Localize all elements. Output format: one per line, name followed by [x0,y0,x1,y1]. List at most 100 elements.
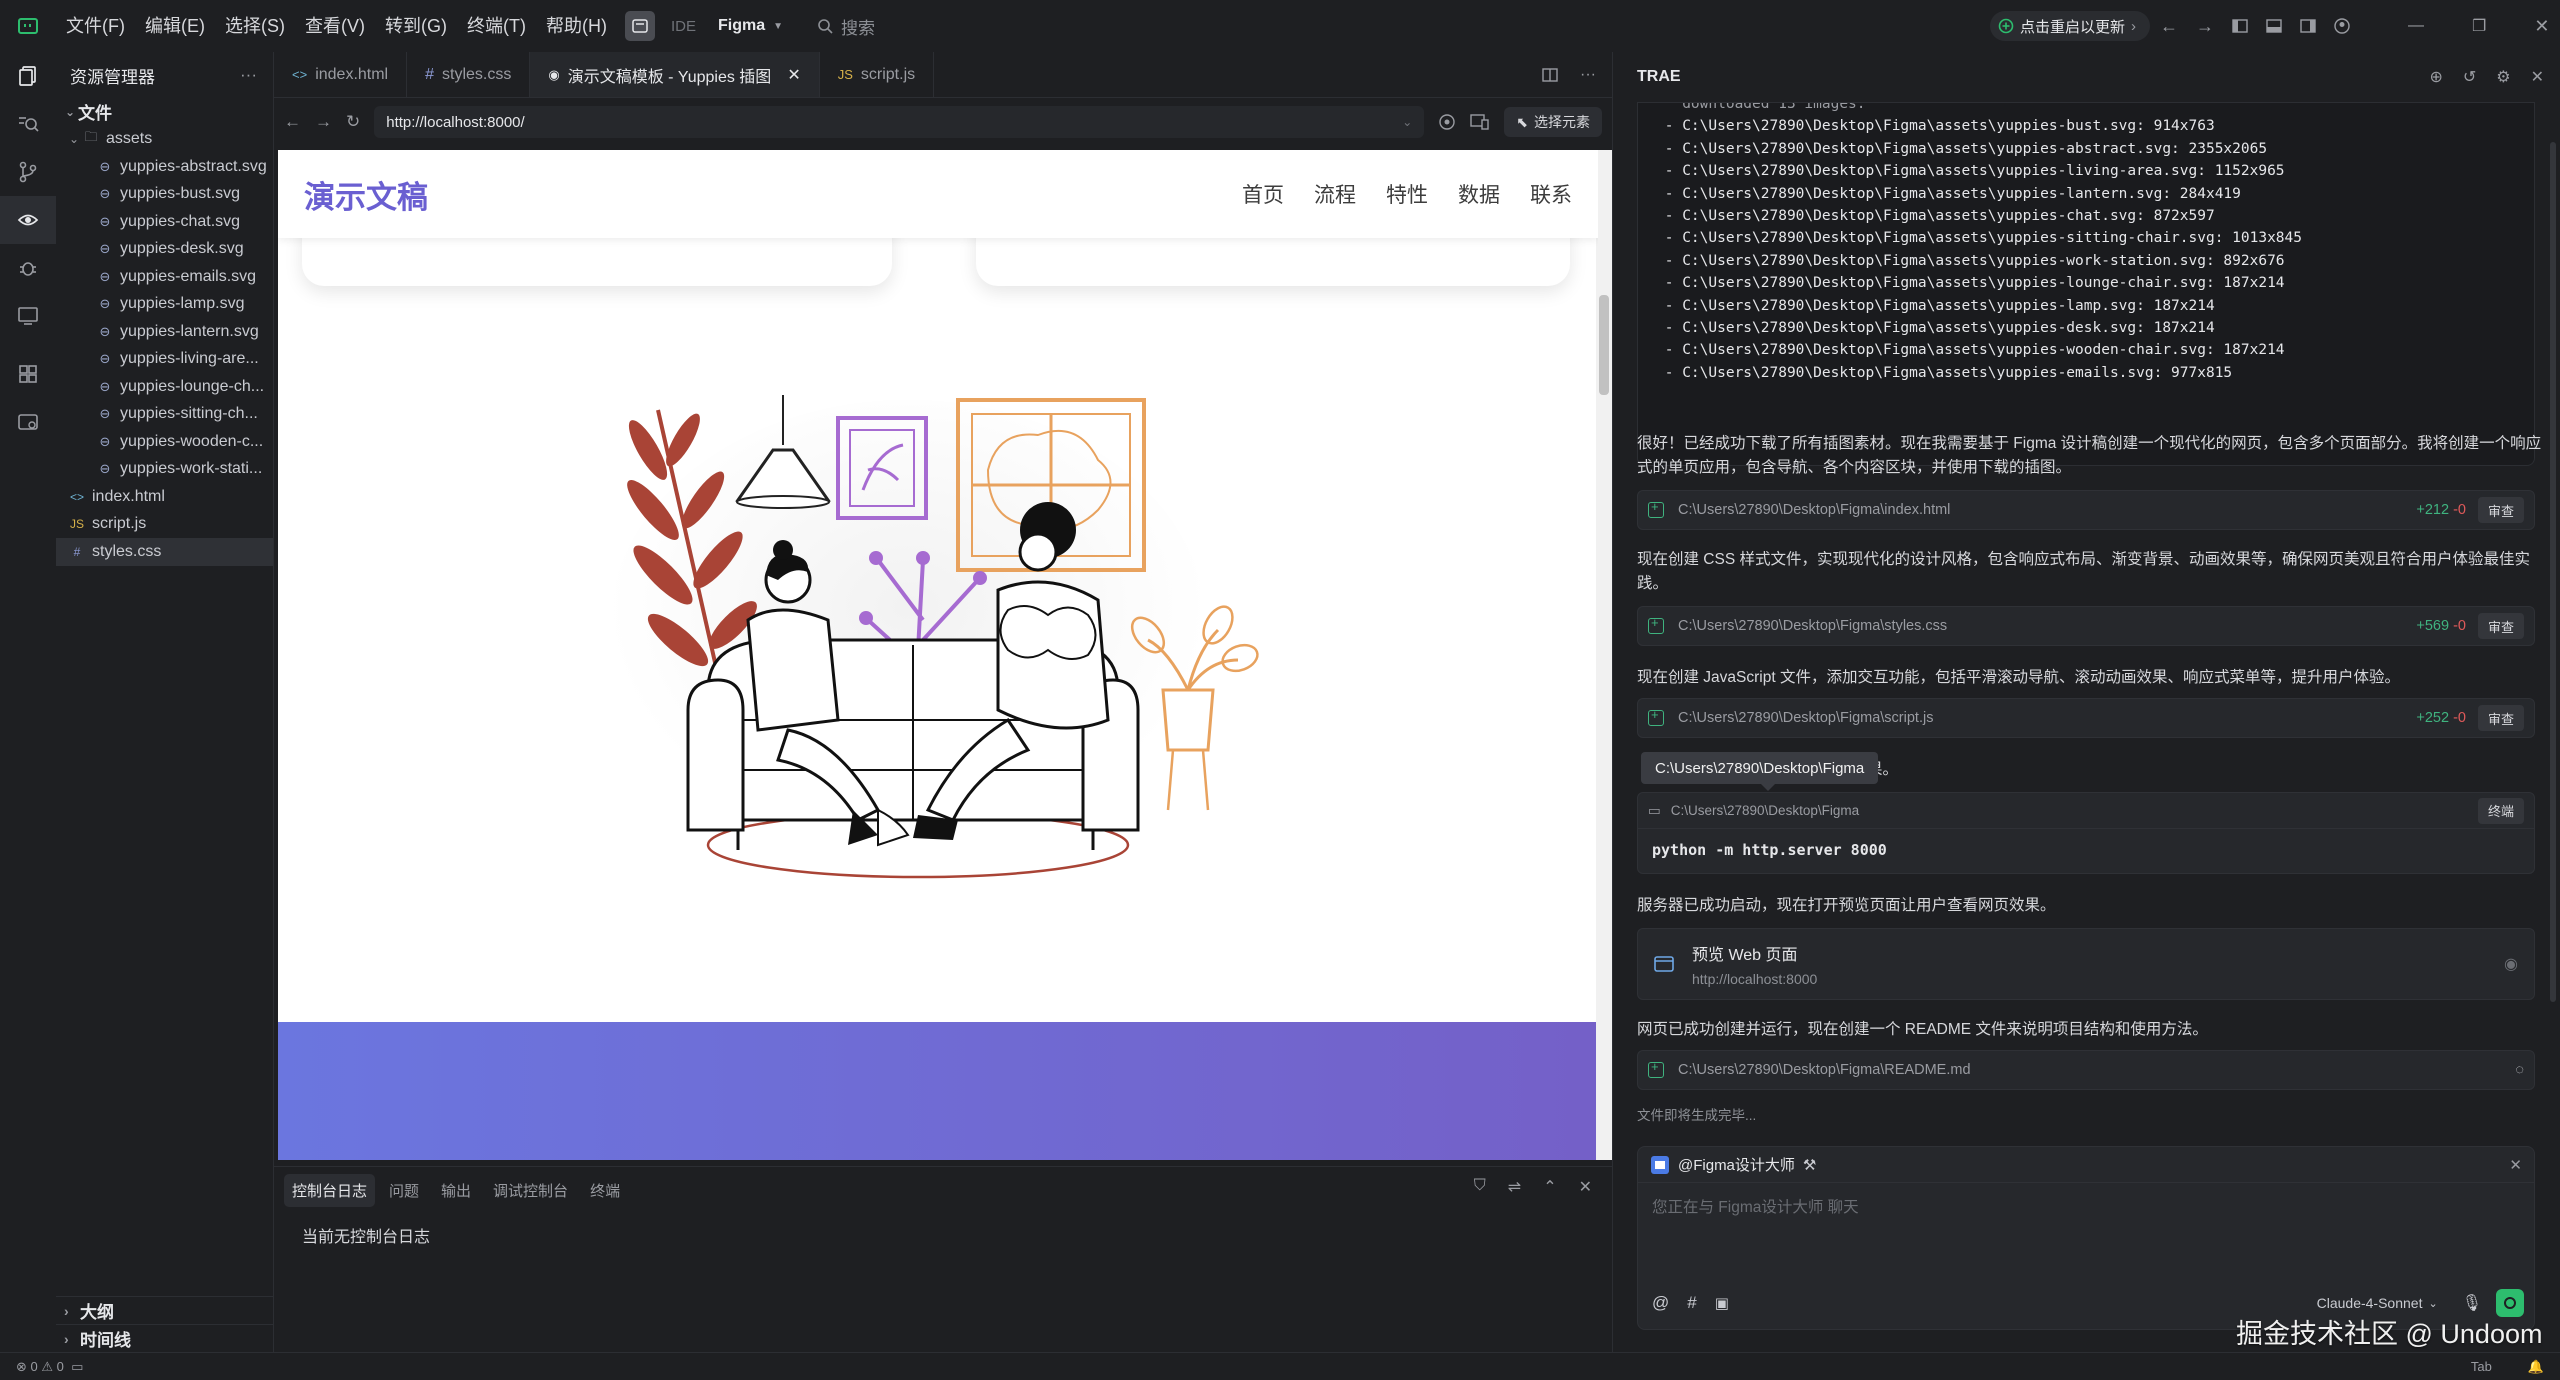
tree-file-svg[interactable]: ⊖ yuppies-living-are... [56,346,273,374]
minimize-icon[interactable]: — [2408,17,2424,35]
tree-file-svg[interactable]: ⊖ yuppies-chat.svg [56,208,273,236]
tree-root[interactable]: ⌄ 文件 [56,98,273,126]
preview-nav-contact[interactable]: 联系 [1530,179,1572,209]
activity-search[interactable] [0,100,56,148]
toggle-chat-icon[interactable] [2300,19,2316,33]
activity-explorer[interactable] [0,52,56,100]
tree-file-svg[interactable]: ⊖ yuppies-lantern.svg [56,318,273,346]
preview-nav-home[interactable]: 首页 [1242,179,1284,209]
chat-input[interactable]: 您正在与 Figma设计大师 聊天 [1638,1183,2534,1229]
activity-remote[interactable] [0,292,56,340]
tree-file-script-js[interactable]: JS script.js [56,511,273,539]
microphone-icon[interactable]: 🎙 [2462,1293,2482,1313]
review-button[interactable]: 审查 [2477,497,2524,523]
tree-file-svg[interactable]: ⊖ yuppies-desk.svg [56,236,273,264]
preview-web-card[interactable]: 预览 Web 页面 http://localhost:8000 ◉ [1637,928,2535,1000]
at-mention-icon[interactable]: @ [1652,1293,1669,1313]
file-change-readme[interactable]: C:\Users\27890\Desktop\Figma\README.md ◌ [1637,1050,2535,1090]
eye-icon[interactable]: ◉ [2504,954,2518,974]
activity-source-control[interactable] [0,148,56,196]
tree-file-svg[interactable]: ⊖ yuppies-bust.svg [56,181,273,209]
project-switcher[interactable]: Figma ▼ [718,17,783,35]
timeline-section[interactable]: › 时间线 [56,1324,274,1352]
tab-styles-css[interactable]: # styles.css [407,52,531,97]
back-icon[interactable]: ← [284,112,301,132]
file-change-script[interactable]: C:\Users\27890\Desktop\Figma\script.js +… [1637,698,2535,738]
tab-mode[interactable]: Tab [2471,1359,2492,1374]
review-button[interactable]: 审查 [2477,613,2524,639]
activity-extensions[interactable] [0,350,56,398]
review-button[interactable]: 审查 [2477,705,2524,731]
outline-section[interactable]: › 大纲 [56,1296,274,1324]
ide-toggle[interactable]: IDE [624,11,704,41]
responsive-icon[interactable] [1470,113,1490,131]
more-actions-icon[interactable]: ··· [240,65,257,85]
select-element-button[interactable]: ⬉ 选择元素 [1504,107,1602,137]
account-icon[interactable] [2334,18,2350,34]
menu-selection[interactable]: 选择(S) [215,0,295,52]
menu-file[interactable]: 文件(F) [56,0,135,52]
menu-edit[interactable]: 编辑(E) [135,0,215,52]
settings-sliders-icon[interactable]: ⇌ [1508,1177,1521,1197]
activity-debug[interactable] [0,244,56,292]
preview-nav-features[interactable]: 特性 [1386,179,1428,209]
maximize-icon[interactable]: ❐ [2472,16,2486,36]
tree-file-svg[interactable]: ⊖ yuppies-abstract.svg [56,153,273,181]
preview-scrollbar[interactable] [1596,150,1612,1160]
close-icon[interactable]: ✕ [2531,67,2544,87]
tree-file-svg[interactable]: ⊖ yuppies-sitting-ch... [56,401,273,429]
toggle-panel-icon[interactable] [2266,19,2282,33]
tree-file-svg[interactable]: ⊖ yuppies-lamp.svg [56,291,273,319]
filter-icon[interactable]: ⛉ [1474,1177,1486,1197]
scrollbar-thumb[interactable] [1599,295,1609,395]
command-search[interactable]: 搜索 [817,14,875,39]
tab-problems[interactable]: 问题 [381,1174,427,1207]
maximize-panel-icon[interactable]: ⌃ [1543,1177,1556,1197]
file-change-styles[interactable]: C:\Users\27890\Desktop\Figma\styles.css … [1637,606,2535,646]
back-icon[interactable]: ← [2160,16,2178,37]
close-panel-icon[interactable]: ✕ [1579,1177,1592,1197]
tree-file-svg[interactable]: ⊖ yuppies-work-stati... [56,456,273,484]
preview-brand[interactable]: 演示文稿 [304,172,428,217]
file-change-index[interactable]: C:\Users\27890\Desktop\Figma\index.html … [1637,490,2535,530]
remove-mention-icon[interactable]: ✕ [2509,1156,2522,1174]
tab-preview[interactable]: ◉ 演示文稿模板 - Yuppies 插图 ✕ [530,52,820,97]
address-bar[interactable]: http://localhost:8000/ ⌄ [374,106,1425,138]
trae-logo-icon[interactable] [0,0,56,52]
tree-file-svg[interactable]: ⊖ yuppies-lounge-ch... [56,373,273,401]
hash-context-icon[interactable]: # [1687,1293,1696,1313]
toggle-sidebar-icon[interactable] [2232,19,2248,33]
restart-update-button[interactable]: 点击重启以更新 › [1990,11,2151,41]
preview-nav-data[interactable]: 数据 [1458,179,1500,209]
reload-icon[interactable]: ↻ [346,112,360,132]
activity-preview[interactable] [0,196,56,244]
tree-file-svg[interactable]: ⊖ yuppies-wooden-c... [56,428,273,456]
forward-icon[interactable]: → [2196,16,2214,37]
devtools-icon[interactable] [1438,113,1456,131]
tab-console-log[interactable]: 控制台日志 [284,1173,376,1207]
open-terminal-button[interactable]: 终端 [2477,797,2524,824]
tab-terminal[interactable]: 终端 [582,1174,628,1207]
activity-browser[interactable] [0,398,56,446]
new-chat-icon[interactable]: ⊕ [2429,67,2442,87]
error-icon[interactable]: ⊗ [16,1359,27,1375]
menu-goto[interactable]: 转到(G) [375,0,457,52]
preview-nav-process[interactable]: 流程 [1314,179,1356,209]
close-window-icon[interactable]: ✕ [2534,16,2549,37]
chat-scrollbar[interactable] [2549,142,2557,1142]
tree-file-svg[interactable]: ⊖ yuppies-emails.svg [56,263,273,291]
warning-count[interactable]: 0 [57,1359,64,1374]
more-actions-icon[interactable]: ··· [1580,66,1596,84]
tab-script-js[interactable]: JS script.js [820,52,935,97]
gear-icon[interactable]: ⚙ [2496,67,2510,87]
image-upload-icon[interactable]: ▣ [1715,1294,1729,1312]
error-count[interactable]: 0 [31,1359,38,1374]
tab-debug-console[interactable]: 调试控制台 [485,1174,576,1207]
forward-icon[interactable]: → [315,112,332,132]
chevron-down-icon[interactable]: ⌄ [1402,115,1412,129]
menu-terminal[interactable]: 终端(T) [457,0,536,52]
tab-output[interactable]: 输出 [433,1174,479,1207]
menu-help[interactable]: 帮助(H) [536,0,617,52]
model-selector[interactable]: Claude-4-Sonnet ⌄ [2317,1295,2438,1311]
folder-assets[interactable]: ⌄ 🗀 assets [56,126,273,154]
